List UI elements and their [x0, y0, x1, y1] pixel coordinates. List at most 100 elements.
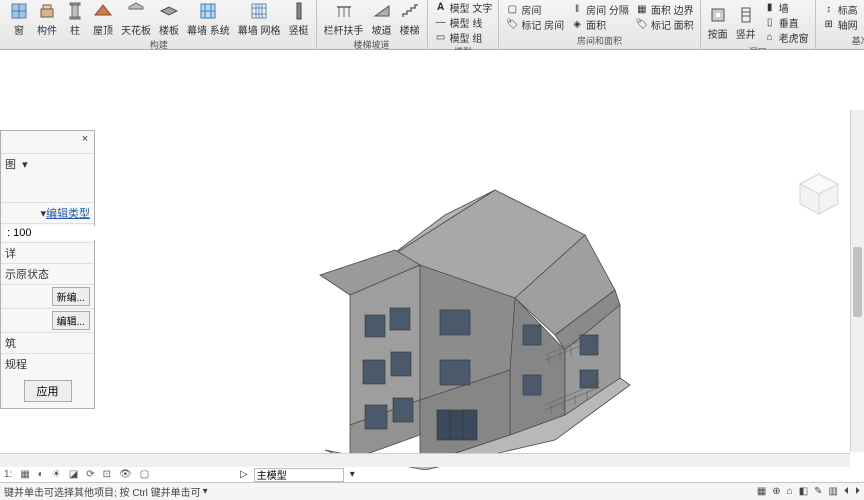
tag-area-button[interactable]: 🏷标记 面积	[633, 17, 696, 32]
crop-button[interactable]: ⊡	[101, 469, 113, 480]
status-icon[interactable]: ✎	[814, 486, 822, 497]
model-text-button[interactable]: 𝐀模型 文字	[432, 0, 495, 15]
status-dropdown-icon[interactable]: ▾	[203, 486, 208, 497]
shaft-button[interactable]: 竖井	[733, 4, 759, 42]
window-icon	[9, 1, 29, 21]
visual-style-button[interactable]: ◐	[36, 469, 46, 480]
room-sep-icon: ‖	[570, 3, 584, 17]
tag-room-button[interactable]: 🏷标记 房间	[503, 17, 566, 32]
curtainwall-system-button[interactable]: 幕墙 系统	[184, 0, 233, 38]
status-bar: 键并单击可选择其他项目; 按 Ctrl 键并单击可 ▾ ▦ ⊕ ⌂ ◧ ✎ ▥ …	[0, 482, 864, 500]
render-button[interactable]: ⟳	[84, 469, 96, 480]
tag2-icon: ◈	[570, 18, 584, 32]
byface-button[interactable]: 按面	[705, 4, 731, 42]
roof-button[interactable]: 屋顶	[90, 0, 116, 38]
dormer-icon: ⌂	[763, 31, 777, 45]
sun-path-button[interactable]: ☀	[50, 469, 63, 480]
roof-icon	[93, 1, 113, 21]
selector-tri-icon[interactable]: ▷	[240, 469, 248, 480]
room-icon: ▢	[505, 3, 519, 17]
edit-button[interactable]: 编辑...	[52, 311, 90, 330]
edit-type-link[interactable]: 编辑类型	[46, 205, 90, 221]
mullion-icon	[289, 1, 309, 21]
new-button[interactable]: 新编...	[52, 287, 90, 306]
model-line-button[interactable]: —模型 线	[432, 15, 495, 30]
ceiling-icon	[126, 1, 146, 21]
discipline: 筑	[5, 335, 16, 351]
byface-icon	[708, 5, 728, 25]
show-original: 示原状态	[5, 266, 49, 282]
detail-label: 详	[5, 245, 16, 261]
ribbon-group-opening: 按面 竖井 ▮墙 ▯垂直 ⌂老虎窗 洞口	[701, 0, 816, 49]
scale-display[interactable]: 1:	[2, 469, 14, 480]
scrollbar-thumb-v[interactable]	[853, 247, 862, 317]
canvas-3d[interactable]: 1: ▦ ◐ ☀ ◪ ⟳ ⊡ 👁 ▢ ▷ ▾	[0, 80, 864, 482]
ribbon: 窗 构件 柱 屋顶 天花板 楼板	[0, 0, 864, 50]
status-text: 键并单击可选择其他项目; 按 Ctrl 键并单击可	[4, 484, 201, 499]
status-icon[interactable]: ⊕	[772, 486, 780, 497]
group-title-datum: 基准	[820, 34, 864, 47]
component-button[interactable]: 构件	[34, 0, 60, 38]
status-icon[interactable]: ⏴	[844, 486, 849, 497]
level-button[interactable]: ↕标高	[820, 2, 860, 17]
shadows-button[interactable]: ◪	[67, 469, 80, 480]
floor-button[interactable]: 楼板	[156, 0, 182, 38]
status-icon[interactable]: ⏵	[855, 486, 860, 497]
group-title-room: 房间和面积	[503, 34, 695, 47]
tag-area-icon: 🏷	[635, 18, 649, 32]
stair-icon	[400, 1, 420, 21]
hide-button[interactable]: 👁	[117, 469, 134, 480]
wall-opening-button[interactable]: ▮墙	[761, 0, 811, 15]
scrollbar-horizontal[interactable]	[0, 453, 850, 467]
filter-dropdown[interactable]: 图 ▾	[5, 156, 28, 172]
ribbon-group-model: 𝐀模型 文字 —模型 线 ▭模型 组 模型	[428, 0, 500, 49]
curtainwall-icon	[198, 1, 218, 21]
area-button[interactable]: ▦面积 边界	[633, 2, 696, 17]
view-control-bar: 1: ▦ ◐ ☀ ◪ ⟳ ⊡ 👁 ▢	[2, 467, 151, 482]
next-icon[interactable]: ▾	[350, 469, 355, 480]
scale-input[interactable]	[5, 226, 151, 240]
panel-close-button[interactable]: ×	[78, 133, 92, 147]
building-model[interactable]	[295, 160, 645, 470]
workspace: 1: ▦ ◐ ☀ ◪ ⟳ ⊡ 👁 ▢ ▷ ▾ × 图 ▾ ▾ 编辑类型 详 示原…	[0, 50, 864, 482]
grid-button[interactable]: ⊞轴网	[820, 17, 860, 32]
model-group-icon: ▭	[434, 31, 448, 45]
dormer-button[interactable]: ⌂老虎窗	[761, 30, 811, 45]
railing-button[interactable]: 栏杆扶手	[321, 0, 367, 38]
window-button[interactable]: 窗	[6, 0, 32, 38]
wall-opening-icon: ▮	[763, 1, 777, 15]
level-icon: ↕	[822, 3, 836, 17]
linked-model-selector[interactable]	[254, 468, 344, 482]
scrollbar-vertical[interactable]	[850, 110, 864, 452]
room-sep-button[interactable]: ‖房间 分隔	[568, 2, 631, 17]
ribbon-group-build: 窗 构件 柱 屋顶 天花板 楼板	[2, 0, 317, 49]
status-icon[interactable]: ▥	[829, 486, 838, 497]
view-cube[interactable]	[796, 170, 842, 216]
status-icon[interactable]: ▦	[757, 486, 766, 497]
curtainwall-grid-button[interactable]: 幕墙 网格	[235, 0, 284, 38]
ceiling-button[interactable]: 天花板	[118, 0, 154, 38]
properties-panel: × 图 ▾ ▾ 编辑类型 详 示原状态 新编... 编辑... 筑 规程 应用	[0, 130, 95, 409]
detail-level-button[interactable]: ▦	[18, 469, 31, 480]
component-icon	[37, 1, 57, 21]
grid-icon: ⊞	[822, 18, 836, 32]
status-icon[interactable]: ⌂	[787, 486, 793, 497]
tag-room2-button[interactable]: ◈面积	[568, 17, 631, 32]
mullion-button[interactable]: 竖梃	[286, 0, 312, 38]
column-icon	[65, 1, 85, 21]
stair-button[interactable]: 楼梯	[397, 0, 423, 38]
room-button[interactable]: ▢房间	[503, 2, 566, 17]
model-group-button[interactable]: ▭模型 组	[432, 30, 495, 45]
tag-icon: 🏷	[505, 18, 519, 32]
apply-button[interactable]: 应用	[24, 380, 72, 402]
ribbon-group-datum: ↕标高 ⊞轴网 ⚙设置 👁显示 基准	[816, 0, 864, 49]
status-icon[interactable]: ◧	[799, 486, 808, 497]
vertical-button[interactable]: ▯垂直	[761, 15, 811, 30]
ribbon-group-stairs: 栏杆扶手 坡道 楼梯 楼梯坡道	[317, 0, 428, 49]
ramp-button[interactable]: 坡道	[369, 0, 395, 38]
vertical-icon: ▯	[763, 16, 777, 30]
curtainwall-grid-icon	[249, 1, 269, 21]
selector-bar: ▷ ▾	[240, 467, 355, 482]
reveal-button[interactable]: ▢	[138, 469, 151, 480]
column-button[interactable]: 柱	[62, 0, 88, 38]
